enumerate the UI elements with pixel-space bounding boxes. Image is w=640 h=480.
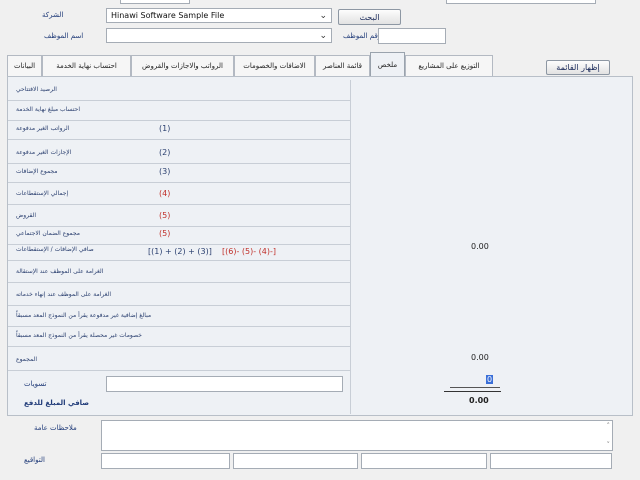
adjustments-label: تسويات (24, 380, 47, 388)
employee-no-field[interactable] (378, 28, 446, 44)
adjustments-amount-field[interactable]: 0 (450, 374, 500, 388)
signature-field-1[interactable] (101, 453, 230, 469)
summary-row-label: الإجازات الغير مدفوعة (16, 149, 72, 156)
summary-row-ref: (3) (159, 167, 171, 176)
employee-name-label: اسم الموظف (44, 32, 84, 40)
summary-row-ref: (1) (159, 124, 171, 133)
signature-field-3[interactable] (361, 453, 487, 469)
summary-row-label: مبالغ إضافية غير مدفوعة يقرأ من النموذج … (16, 312, 152, 319)
company-select-value: Hinawi Software Sample File (111, 11, 225, 20)
summary-row: خصومات غير محصلة يقرأ من النموذج المعد م… (8, 326, 350, 347)
summary-row: احتساب مبلغ نهاية الخدمة (8, 100, 350, 121)
signature-field-4[interactable] (490, 453, 612, 469)
top-left-field[interactable] (120, 0, 190, 4)
net-value: 0.00 (471, 242, 489, 251)
net-payable-value: 0.00 (469, 396, 489, 405)
summary-row-ref: (5) (159, 211, 171, 220)
summary-row-label: مجموع الضمان الاجتماعي (16, 230, 80, 237)
chevron-down-icon[interactable]: ⌄ (319, 31, 327, 41)
summary-row: الإجازات الغير مدفوعة (2) (8, 143, 350, 164)
total-row: المجموع (8, 350, 350, 371)
summary-row: الرصيد الافتتاحي (8, 80, 350, 101)
employee-name-select[interactable]: ⌄ (106, 28, 332, 43)
summary-row: مبالغ إضافية غير مدفوعة يقرأ من النموذج … (8, 306, 350, 327)
net-payable-label: صافي المبلغ للدفع (24, 399, 90, 407)
tab-label: ملخص (377, 60, 398, 69)
signature-field-2[interactable] (233, 453, 358, 469)
column-divider (350, 80, 351, 414)
tab-label: احتساب نهاية الخدمة (56, 62, 117, 70)
summary-row-label: القروض (16, 212, 36, 219)
summary-row-label: صافي الإضافات / الإستقطاعات (16, 246, 94, 253)
summary-row-ref: (4) (159, 189, 171, 198)
employee-no-label: رقم الموظف (343, 32, 382, 40)
summary-row-label: احتساب مبلغ نهاية الخدمة (16, 106, 81, 113)
summary-row: الغرامة على الموظف عند إنهاء خدماته (8, 285, 350, 306)
total-value: 0.00 (471, 353, 489, 362)
search-button[interactable]: البحث (338, 9, 401, 25)
general-notes-textarea[interactable]: ˄ ˅ (101, 420, 613, 451)
formula-black: [(1) + (2) + (3)] (148, 247, 212, 256)
tab-items-list[interactable]: قائمة العناصر (315, 55, 370, 76)
summary-row: إجمالي الإستقطاعات (4) (8, 184, 350, 205)
tab-label: الرواتب والاجازات والقروض (142, 62, 223, 70)
summary-row: الغرامة على الموظف عند الإستقالة (8, 262, 350, 283)
adjustments-value: 0 (486, 375, 494, 384)
chevron-down-icon[interactable]: ⌄ (319, 11, 327, 21)
tab-additions-deductions[interactable]: الاضافات والخصومات (234, 55, 315, 76)
tab-summary[interactable]: ملخص (370, 52, 405, 76)
summary-row-ref: (5) (159, 229, 171, 238)
total-label: المجموع (16, 356, 37, 363)
summary-row-label: الغرامة على الموظف عند الإستقالة (16, 268, 104, 275)
summary-row-label: خصومات غير محصلة يقرأ من النموذج المعد م… (16, 332, 142, 339)
summary-row-label: مجموع الإضافات (16, 168, 58, 175)
summary-row-label: إجمالي الإستقطاعات (16, 190, 69, 197)
tab-end-of-service[interactable]: احتساب نهاية الخدمة (42, 55, 131, 76)
summary-row: الرواتب الغير مدفوعة (1) (8, 119, 350, 140)
tab-projects-distribution[interactable]: التوزيع على المشاريع (405, 55, 493, 76)
tab-label: قائمة العناصر (323, 62, 362, 70)
top-right-field[interactable] (446, 0, 596, 4)
scroll-down-icon[interactable]: ˅ (607, 441, 611, 449)
summary-row: مجموع الإضافات (3) (8, 162, 350, 183)
company-label: الشركة (42, 11, 64, 19)
adjustments-notes-field[interactable] (106, 376, 343, 392)
signatures-label: التواقيع (24, 456, 45, 464)
tab-label: التوزيع على المشاريع (418, 62, 480, 70)
company-select[interactable]: Hinawi Software Sample File ⌄ (106, 8, 332, 23)
formula-red: [(6)- (5)- (4)-] (222, 247, 276, 256)
summary-row-ref: (2) (159, 148, 171, 157)
tab-label: البيانات (13, 62, 36, 70)
show-list-button[interactable]: إظهار القائمة (546, 60, 610, 75)
general-notes-label: ملاحظات عامة (34, 424, 77, 432)
summary-row-label: الغرامة على الموظف عند إنهاء خدماته (16, 291, 112, 298)
scroll-up-icon[interactable]: ˄ (607, 422, 611, 430)
net-payable-underline (444, 391, 501, 392)
tab-label: الاضافات والخصومات (243, 62, 306, 70)
tab-data[interactable]: البيانات (7, 55, 42, 76)
summary-row-label: الرواتب الغير مدفوعة (16, 125, 70, 132)
summary-row-label: الرصيد الافتتاحي (16, 86, 57, 93)
tab-salaries-leaves-loans[interactable]: الرواتب والاجازات والقروض (131, 55, 234, 76)
